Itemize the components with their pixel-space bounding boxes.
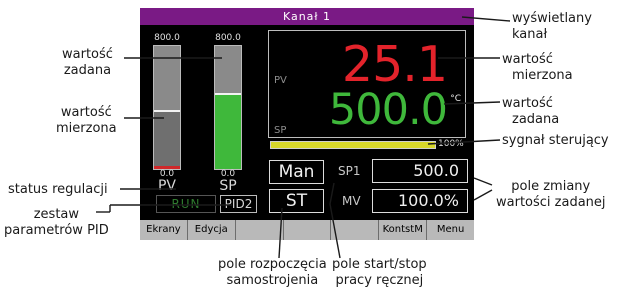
annotation-channel: wyświetlany kanał — [512, 11, 592, 43]
annotation-measured-left-line1: wartość — [60, 105, 112, 120]
annotation-control-signal: sygnał sterujący — [502, 133, 609, 148]
line-setpoint-right — [443, 101, 501, 105]
annotation-measured-left: wartość mierzona — [56, 105, 117, 137]
annotation-channel-line2: kanał — [512, 27, 548, 42]
annotation-setpoint-left: wartość zadana — [62, 47, 113, 79]
annotation-change-setpoint-line1: pole zmiany — [511, 179, 591, 194]
annotation-pid-set-line1: zestaw — [33, 207, 80, 222]
annotation-setpoint-left-line1: wartość — [62, 47, 113, 62]
annotation-autotune: pole rozpoczęcia samostrojenia — [218, 257, 327, 289]
annotation-autotune-line1: pole rozpoczęcia — [218, 257, 327, 272]
line-change-sp-1 — [473, 177, 493, 186]
annotation-change-setpoint: pole zmiany wartości zadanej — [496, 179, 606, 211]
line-change-sp-2 — [473, 189, 493, 201]
line-manual-2 — [329, 203, 341, 259]
annotation-setpoint-right-line1: wartość — [502, 96, 553, 111]
line-autotune — [278, 207, 283, 259]
annotation-setpoint-right-line2: zadana — [512, 112, 560, 127]
line-channel — [461, 16, 511, 22]
annotation-measured-right-line1: wartość — [502, 52, 553, 67]
annotation-setpoint-right: wartość zadana — [502, 96, 559, 128]
line-manual-1 — [329, 182, 335, 205]
annotation-measured-left-line2: mierzona — [56, 121, 117, 136]
annotation-channel-line1: wyświetlany — [512, 11, 592, 26]
annotation-measured-right: wartość mierzona — [502, 52, 573, 84]
annotation-pid-set-line2: parametrów PID — [4, 223, 109, 238]
annotation-manual-line1: pole start/stop — [332, 257, 427, 272]
line-control-signal — [427, 139, 501, 145]
annotation-manual-line2: pracy ręcznej — [335, 273, 424, 288]
annotation-measured-right-line2: mierzona — [512, 68, 573, 83]
annotation-autotune-line2: samostrojenia — [226, 273, 319, 288]
annotation-setpoint-left-line2: zadana — [63, 63, 112, 78]
annotation-manual: pole start/stop pracy ręcznej — [332, 257, 427, 289]
annotation-status: status regulacji — [8, 182, 108, 197]
annotation-pid-set: zestaw parametrów PID — [4, 207, 109, 239]
annotation-change-setpoint-line2: wartości zadanej — [496, 195, 606, 210]
